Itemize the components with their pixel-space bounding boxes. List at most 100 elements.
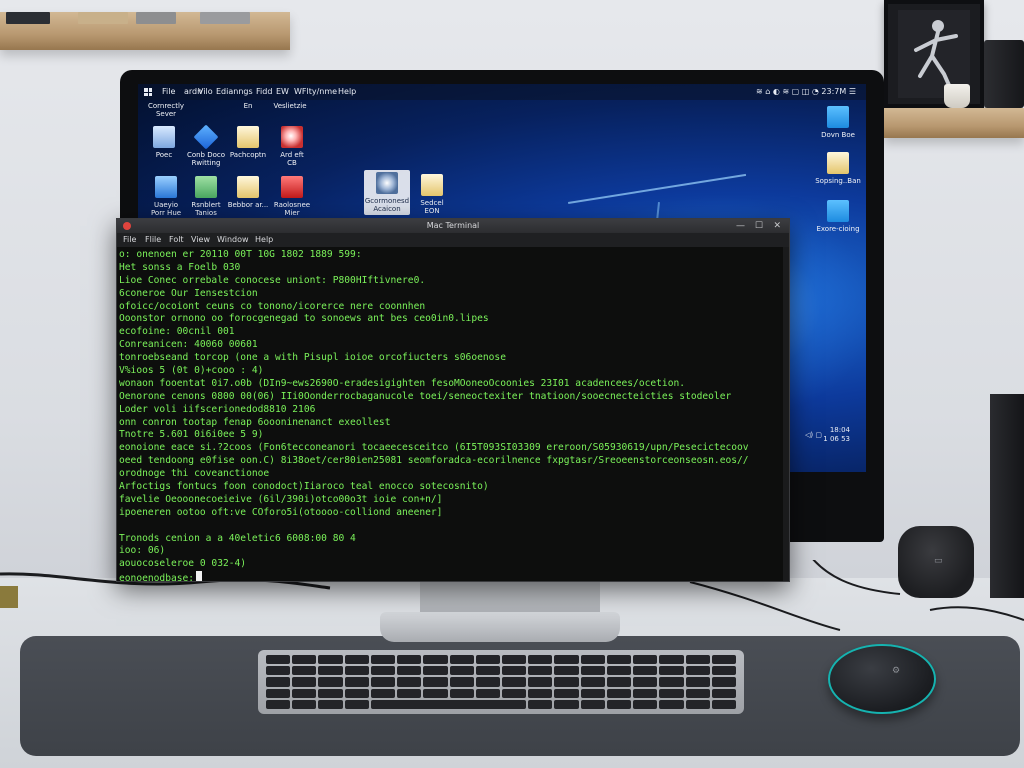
terminal-line: ofoicc/ocoiont ceuns co tonono/icorerce … <box>119 300 426 312</box>
taskbar-clock[interactable]: 18:04 1 06 53 <box>823 426 850 444</box>
terminal-line: Tnotre 5.601 0i6i0ee 5 9) <box>119 429 264 441</box>
clock-date: 1 06 53 <box>823 435 850 443</box>
menu-help[interactable]: Help <box>338 84 356 100</box>
terminal-line: aouocoseleroe 0 032-4) <box>119 558 247 570</box>
keyboard-key <box>554 666 579 676</box>
cup <box>944 84 970 108</box>
monitor-icon <box>155 176 177 198</box>
keyboard-key <box>633 655 658 665</box>
terminal-titlebar[interactable]: Mac Terminal — ☐ ✕ <box>117 219 789 233</box>
speaker-logo: ▭ <box>934 556 943 566</box>
keyboard-key <box>580 688 605 698</box>
terminal-line: wonaon fooentat 0i7.o0b (DIn9~ews2690O-e… <box>119 377 686 389</box>
document-icon <box>237 176 259 198</box>
menu-file[interactable]: File <box>162 84 175 100</box>
close-dot-icon[interactable] <box>123 222 131 230</box>
keyboard-key <box>659 688 684 698</box>
terminal-menu-3[interactable]: Folt <box>169 233 184 247</box>
terminal-window[interactable]: Mac Terminal — ☐ ✕ File Flile Folt View … <box>116 218 790 582</box>
terminal-line: Arfoctigs fontucs foon conodoct)Iiaroco … <box>119 481 489 493</box>
keyboard-key <box>449 677 474 687</box>
shelf-left <box>0 12 290 50</box>
system-tray[interactable]: ≋ ⌂ ◐ ≋ ▢ ◫ ◔ 23:7M ☰ <box>756 84 856 100</box>
keyboard-key <box>685 677 710 687</box>
keyboard-key <box>423 655 448 665</box>
terminal-menu-file[interactable]: File <box>123 233 136 247</box>
shelf-frame <box>78 12 128 24</box>
desktop-icon-folder-2[interactable]: Exore-cioing <box>810 200 866 233</box>
terminal-line: V%ioos 5 (0t 0)+cooo : 4) <box>119 365 264 377</box>
keyboard-key <box>633 677 658 687</box>
keyboard-key <box>318 666 343 676</box>
terminal-line: Tronods cenion a a 40eletic6 6008:00 80 … <box>119 532 356 544</box>
menu-3[interactable]: Vilo <box>198 84 213 100</box>
keyboard-key <box>606 688 632 698</box>
terminal-line: Ooonstor ornono oo forocgenegad to sonoe… <box>119 313 489 325</box>
keyboard-key <box>633 688 658 698</box>
monitor-stand-base <box>380 612 620 642</box>
keyboard-key <box>266 677 291 687</box>
keyboard-key <box>344 677 369 687</box>
keyboard-key <box>344 655 369 665</box>
minimize-button[interactable]: — <box>736 219 745 233</box>
shelf-books <box>6 12 50 24</box>
keyboard-key <box>292 655 317 665</box>
desktop-icon-server[interactable]: Cornrectly Sever <box>138 102 194 118</box>
terminal-menu-2[interactable]: Flile <box>145 233 161 247</box>
menu-4[interactable]: Edianngs <box>216 84 253 100</box>
keyboard-key <box>370 666 396 676</box>
keyboard-key <box>685 699 710 709</box>
keyboard-key <box>606 699 632 709</box>
terminal-menu-window[interactable]: Window <box>217 233 249 247</box>
keyboard-key <box>554 688 579 698</box>
keyboard-key <box>475 666 500 676</box>
terminal-line: Het sonss a Foelb 030 <box>119 261 241 273</box>
document-icon <box>827 152 849 174</box>
menu-5[interactable]: Fidd <box>256 84 272 100</box>
icon-label: Raolosnee Mier <box>273 201 311 217</box>
keyboard-key <box>685 655 710 665</box>
keyboard-key <box>606 666 632 676</box>
keyboard-key <box>501 655 527 665</box>
keyboard-key <box>501 677 527 687</box>
keyboard-key <box>554 655 579 665</box>
keyboard-key <box>475 677 500 687</box>
terminal-line: orodnoge thi coveanctionoe <box>119 468 270 480</box>
keyboard-key <box>580 655 605 665</box>
keyboard-key <box>711 677 736 687</box>
keyboard-keys <box>266 655 736 709</box>
shelf-right <box>884 108 1024 138</box>
keyboard-key <box>659 699 684 709</box>
icon-label: Sedcel EON <box>420 199 444 215</box>
desktop-icon-red-app[interactable]: Raolosnee Mier <box>264 176 320 217</box>
terminal-scrollbar[interactable] <box>783 247 789 581</box>
menu-6[interactable]: EW <box>276 84 289 100</box>
menu-7[interactable]: WFlty/nme <box>294 84 337 100</box>
keyboard-key <box>397 666 422 676</box>
keyboard-key <box>501 666 527 676</box>
desktop-icon-folder-1[interactable]: Dovn Boe <box>810 106 866 139</box>
keyboard-key <box>292 677 317 687</box>
terminal-line: Oenorone cenons 0800 00(06) IIi0Oonderro… <box>119 390 732 402</box>
keyboard-key <box>266 688 291 698</box>
desktop-icon-document-4[interactable]: Sopsing..Ban <box>810 152 866 185</box>
close-button[interactable]: ✕ <box>773 219 781 233</box>
desktop-icon-document-3[interactable]: Sedcel EON <box>404 174 460 215</box>
desktop-icon-disc[interactable]: Ard eft CB <box>264 126 320 167</box>
keyboard <box>258 650 744 714</box>
mouse-logo-icon: ⚙ <box>892 666 901 676</box>
desktop-icon-vesl[interactable]: Veslietzie <box>262 102 318 110</box>
keyboard-key <box>528 699 553 709</box>
keyboard-key <box>528 677 553 687</box>
keyboard-key <box>449 655 474 665</box>
terminal-line: ecofoine: 00cnil 001 <box>119 326 235 338</box>
maximize-button[interactable]: ☐ <box>755 219 763 233</box>
terminal-menu-help[interactable]: Help <box>255 233 273 247</box>
taskbar-tray[interactable]: ◁) ▢ <box>805 431 822 439</box>
keyboard-key <box>606 677 632 687</box>
terminal-menu-view[interactable]: View <box>191 233 210 247</box>
terminal-output[interactable]: o: onenoen er 20110 00T 10G 1802 1889 59… <box>119 249 779 581</box>
icon-label: Dovn Boe <box>821 131 855 139</box>
windows-logo-icon[interactable] <box>144 88 152 96</box>
